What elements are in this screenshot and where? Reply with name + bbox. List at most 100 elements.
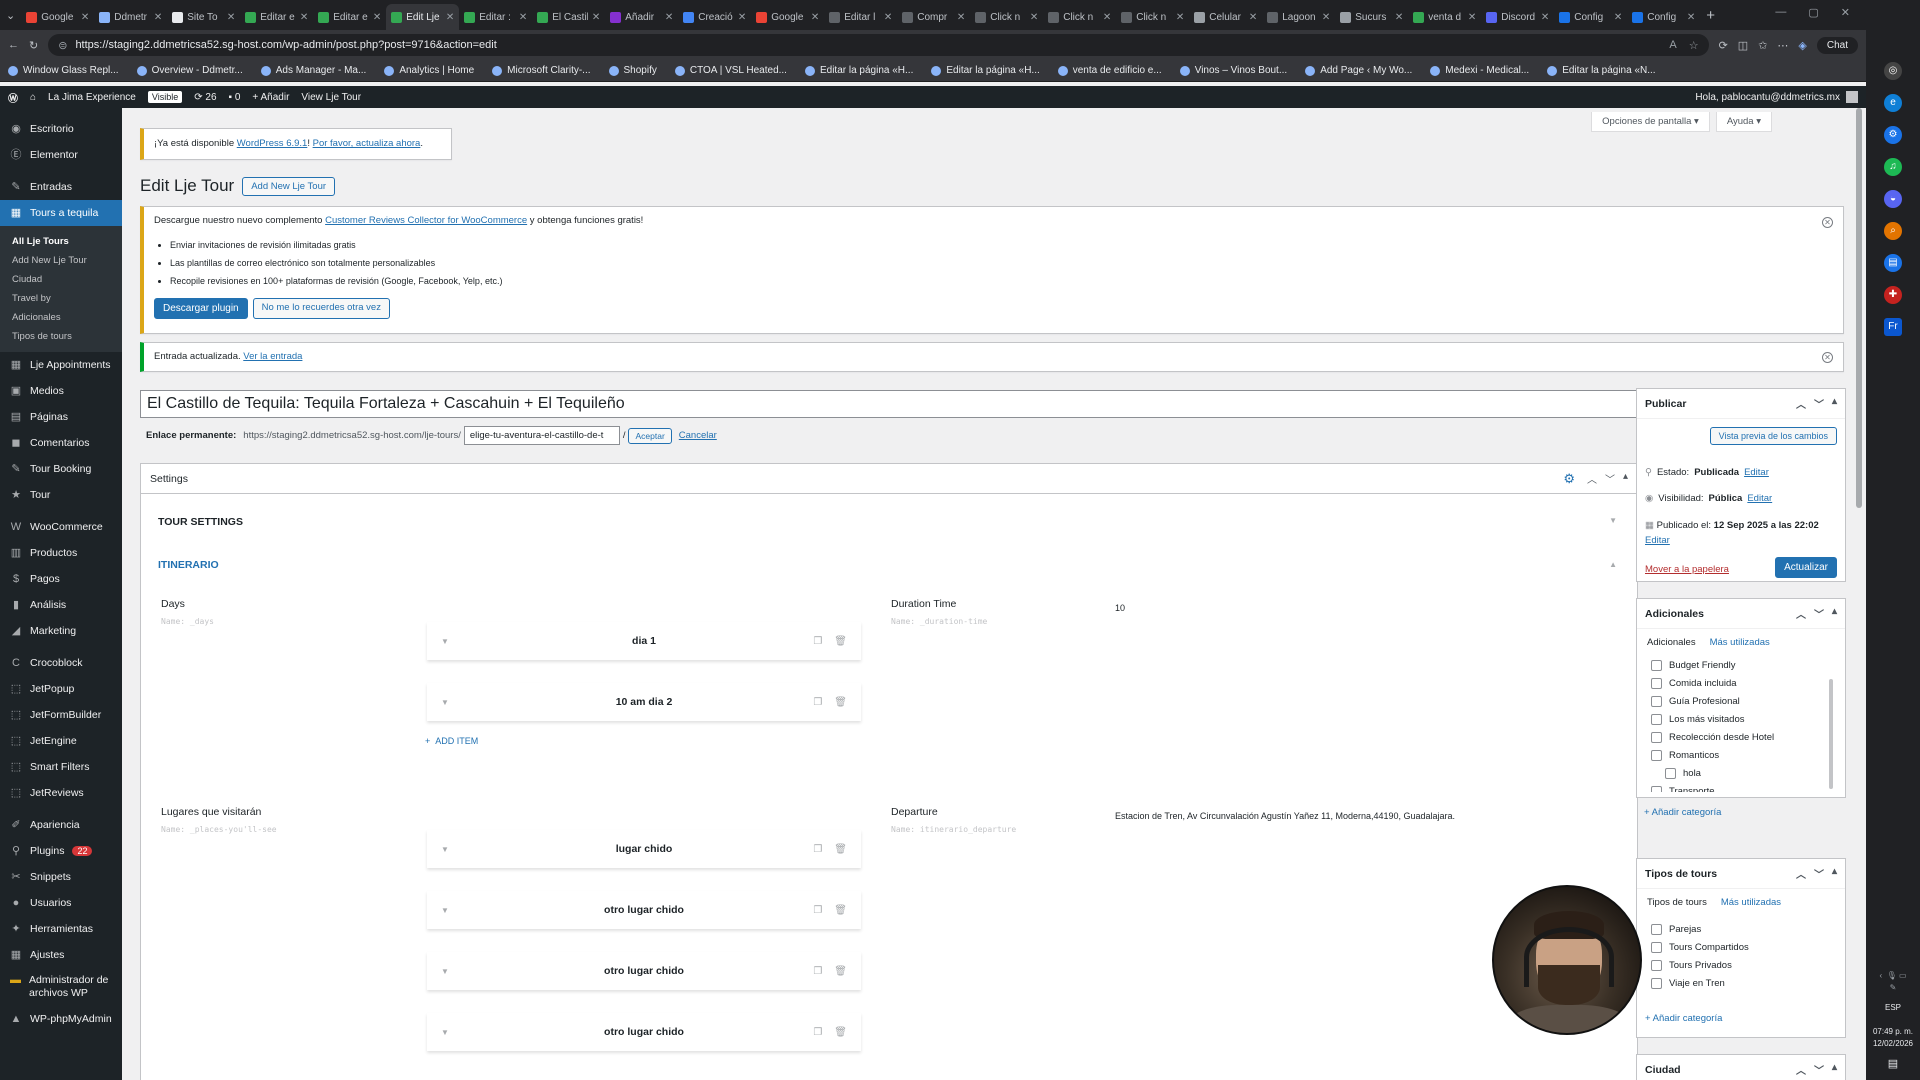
- tab-close-icon[interactable]: ✕: [446, 12, 454, 23]
- view-post-link[interactable]: Ver la entrada: [243, 351, 302, 362]
- sidebar-item-jetengine[interactable]: ⬚ JetEngine: [0, 728, 122, 754]
- repeater-item[interactable]: ▼ 10 am dia 2 ❐ 🗑: [427, 683, 861, 721]
- submenu-item[interactable]: Ciudad: [0, 270, 122, 289]
- bookmark-item[interactable]: Editar la página «H...: [931, 65, 1040, 76]
- checkbox[interactable]: [1651, 695, 1662, 707]
- submenu-item[interactable]: Travel by: [0, 289, 122, 308]
- edit-status-link[interactable]: Editar: [1744, 467, 1769, 478]
- browser-tab[interactable]: Google ✕: [21, 4, 94, 30]
- back-icon[interactable]: ←: [8, 39, 19, 51]
- trash-icon[interactable]: 🗑: [834, 844, 847, 855]
- fr-dock-icon[interactable]: Fr: [1884, 318, 1902, 336]
- browser-tab[interactable]: Config ✕: [1554, 4, 1627, 30]
- sidebar-item-comentarios[interactable]: ◼ Comentarios: [0, 430, 122, 456]
- tab-close-icon[interactable]: ✕: [519, 12, 527, 23]
- tab-close-icon[interactable]: ✕: [1103, 12, 1111, 23]
- bookmark-item[interactable]: Add Page ‹ My Wo...: [1305, 65, 1412, 76]
- move-up-icon[interactable]: ︿: [1796, 606, 1806, 621]
- clock-date[interactable]: 12/02/2026: [1866, 1038, 1920, 1050]
- dismiss-reminder-button[interactable]: No me lo recuerdes otra vez: [252, 298, 390, 319]
- browser-tab[interactable]: Editar l ✕: [824, 4, 897, 30]
- tab-close-icon[interactable]: ✕: [811, 12, 819, 23]
- copilot-dock-icon[interactable]: ◎: [1884, 62, 1902, 80]
- trash-icon[interactable]: 🗑: [834, 905, 847, 916]
- bookmark-star-icon[interactable]: ☆: [1689, 39, 1699, 52]
- copy-icon[interactable]: ❐: [813, 844, 822, 855]
- maximize-icon[interactable]: ▢: [1808, 6, 1818, 19]
- tab-close-icon[interactable]: ✕: [665, 12, 673, 23]
- copy-icon[interactable]: ❐: [813, 966, 822, 977]
- sidebar-item-pagos[interactable]: $ Pagos: [0, 566, 122, 592]
- wordpress-version-link[interactable]: WordPress 6.9.1: [237, 138, 308, 149]
- tour-settings-heading[interactable]: TOUR SETTINGS: [158, 516, 243, 528]
- repeater-item[interactable]: ▼ otro lugar chido ❐ 🗑: [427, 891, 861, 929]
- checkbox[interactable]: [1651, 959, 1662, 971]
- language-indicator[interactable]: ESP: [1866, 1002, 1920, 1014]
- toggle-panel-icon[interactable]: ▴: [1832, 866, 1837, 881]
- browser-tab[interactable]: Site To ✕: [167, 4, 240, 30]
- sidebar-item-crocoblock[interactable]: C Crocoblock: [0, 650, 122, 676]
- category-checkbox[interactable]: Budget Friendly: [1651, 656, 1835, 674]
- browser-tab[interactable]: Ddmetr ✕: [94, 4, 167, 30]
- cancel-slug-link[interactable]: Cancelar: [679, 430, 717, 441]
- accept-slug-button[interactable]: Aceptar: [628, 427, 672, 444]
- checklist-scrollbar[interactable]: [1829, 679, 1833, 789]
- notifications-icon[interactable]: ▤: [1866, 1058, 1920, 1070]
- sidebar-item-snippets[interactable]: ✂ Snippets: [0, 864, 122, 890]
- category-checkbox[interactable]: Comida incluida: [1651, 674, 1835, 692]
- sidebar-item-apariencia[interactable]: ✐ Apariencia: [0, 812, 122, 838]
- chat-button[interactable]: Chat: [1816, 36, 1858, 54]
- preview-changes-button[interactable]: Vista previa de los cambios: [1709, 427, 1837, 445]
- tab-close-icon[interactable]: ✕: [227, 12, 235, 23]
- tab-close-icon[interactable]: ✕: [373, 12, 381, 23]
- category-checkbox[interactable]: Guía Profesional: [1651, 692, 1835, 710]
- sidebar-item-jetpopup[interactable]: ⬚ JetPopup: [0, 676, 122, 702]
- browser-tab[interactable]: Google ✕: [751, 4, 824, 30]
- tab-menu-icon[interactable]: ⌄: [6, 9, 15, 22]
- tab-close-icon[interactable]: ✕: [1395, 12, 1403, 23]
- move-up-icon[interactable]: ︿: [1796, 866, 1806, 881]
- sidebar-item-tour-booking[interactable]: ✎ Tour Booking: [0, 456, 122, 482]
- sidebar-item-medios[interactable]: ▣ Medios: [0, 378, 122, 404]
- category-checkbox[interactable]: Transporte: [1651, 782, 1835, 792]
- discord-dock-icon[interactable]: ◒: [1884, 190, 1902, 208]
- gear-icon[interactable]: ⚙: [1563, 471, 1575, 487]
- duration-value[interactable]: 10: [1115, 603, 1125, 613]
- move-down-icon[interactable]: ﹀: [1814, 1062, 1824, 1077]
- departure-value[interactable]: Estacion de Tren, Av Circunvalación Agus…: [1115, 811, 1455, 821]
- comments-link[interactable]: ▪ 0: [229, 92, 241, 103]
- repeater-item[interactable]: ▼ lugar chido ❐ 🗑: [427, 830, 861, 868]
- close-window-icon[interactable]: ✕: [1841, 6, 1850, 19]
- copy-icon[interactable]: ❐: [813, 905, 822, 916]
- browser-tab[interactable]: Editar e ✕: [313, 4, 386, 30]
- add-new-link[interactable]: + Añadir: [252, 92, 289, 103]
- bookmark-item[interactable]: Vinos – Vinos Bout...: [1179, 65, 1287, 76]
- checkbox[interactable]: [1651, 749, 1662, 761]
- bookmark-item[interactable]: Ads Manager - Ma...: [260, 65, 366, 76]
- tab-close-icon[interactable]: ✕: [1249, 12, 1257, 23]
- browser-tab[interactable]: Click n ✕: [1043, 4, 1116, 30]
- category-checkbox[interactable]: hola: [1665, 764, 1835, 782]
- browser-tab[interactable]: Click n ✕: [1116, 4, 1189, 30]
- move-up-icon[interactable]: ︿: [1796, 396, 1806, 411]
- copilot-icon[interactable]: ◈: [1798, 39, 1806, 52]
- sidebar-item-productos[interactable]: ▥ Productos: [0, 540, 122, 566]
- browser-tab[interactable]: Discord ✕: [1481, 4, 1554, 30]
- submenu-item[interactable]: Adicionales: [0, 308, 122, 327]
- add-new-tour-button[interactable]: Add New Lje Tour: [242, 176, 336, 196]
- sidebar-item-jetreviews[interactable]: ⬚ JetReviews: [0, 780, 122, 806]
- tab-close-icon[interactable]: ✕: [957, 12, 965, 23]
- bookmark-item[interactable]: Editar la página «N...: [1547, 65, 1656, 76]
- update-button[interactable]: Actualizar: [1775, 557, 1837, 578]
- sidebar-item-plugins[interactable]: ⚲ Plugins 22: [0, 838, 122, 864]
- checkbox[interactable]: [1651, 659, 1662, 671]
- bookmark-item[interactable]: Analytics | Home: [384, 65, 474, 76]
- browser-tab[interactable]: Creació ✕: [678, 4, 751, 30]
- move-up-icon[interactable]: ︿: [1796, 1062, 1806, 1077]
- bookmark-item[interactable]: venta de edificio e...: [1057, 65, 1162, 76]
- home-icon[interactable]: ⌂: [30, 92, 36, 103]
- minimize-icon[interactable]: —: [1775, 6, 1786, 19]
- expand-caret-icon[interactable]: ▼: [441, 637, 449, 646]
- sidebar-item-phpmyadmin[interactable]: ▲ WP-phpMyAdmin: [0, 1006, 122, 1032]
- clock-time[interactable]: 07:49 p. m.: [1866, 1026, 1920, 1038]
